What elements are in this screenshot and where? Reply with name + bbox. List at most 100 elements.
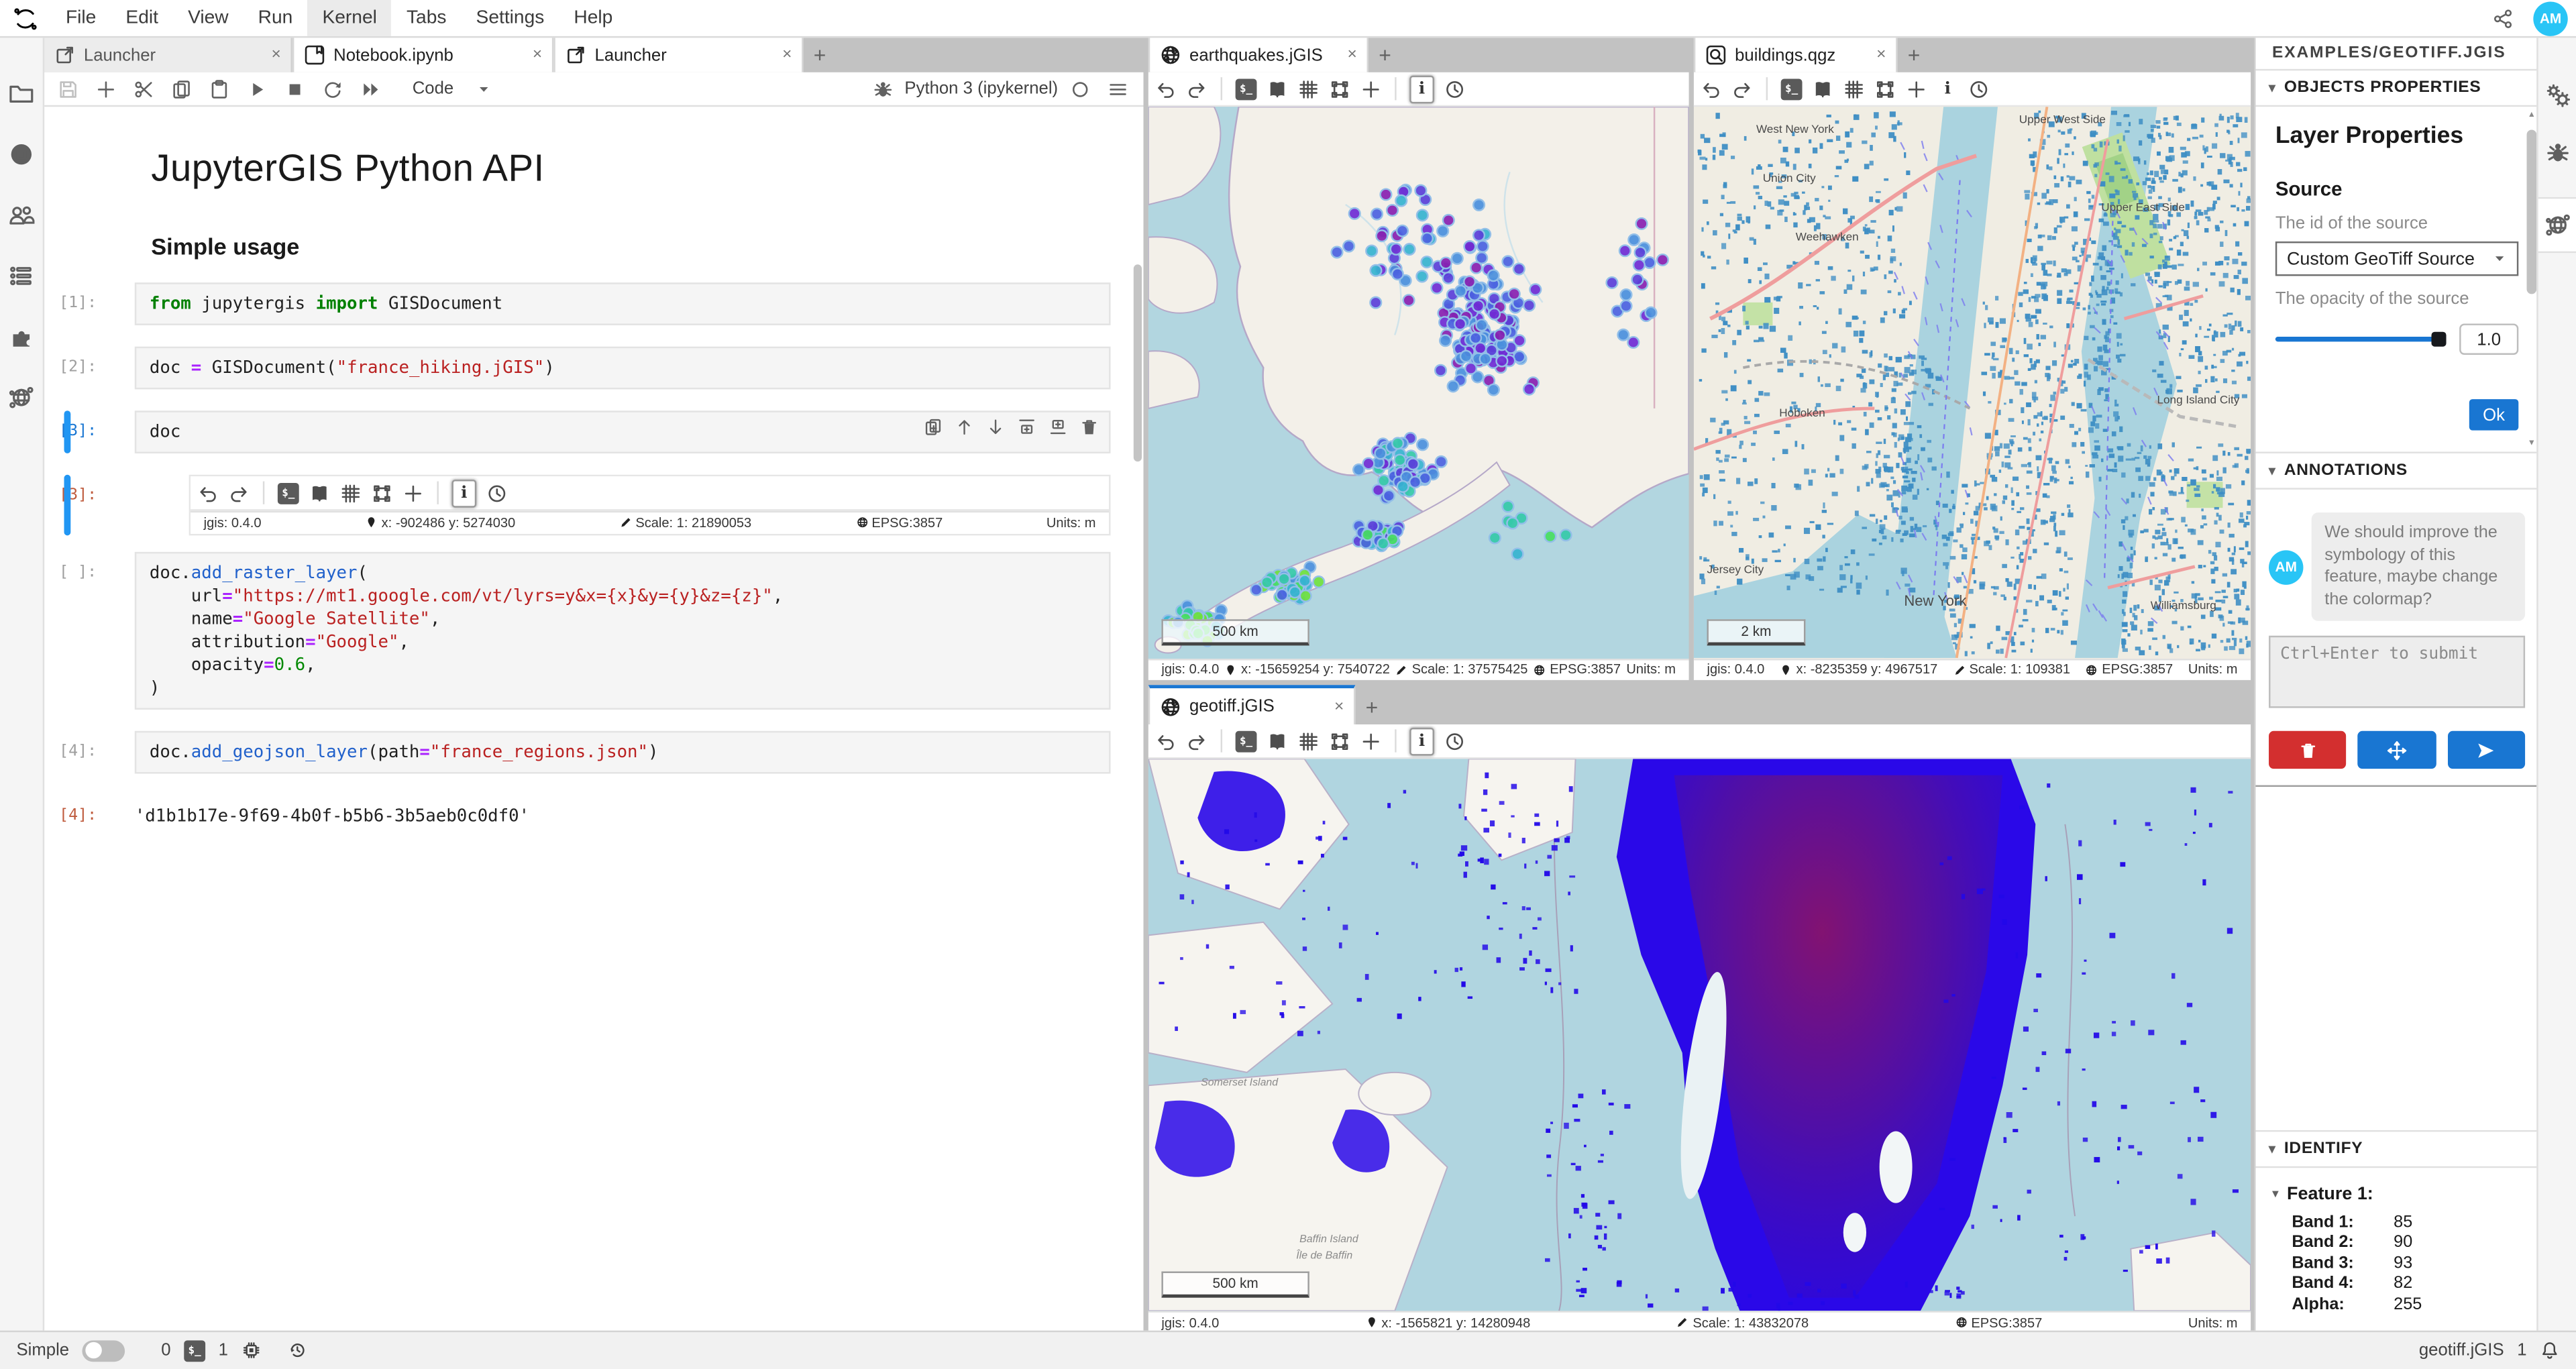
undo-icon[interactable]	[197, 482, 219, 504]
code-input[interactable]: doc = GISDocument("france_hiking.jGIS")	[135, 347, 1111, 390]
earthquakes-map[interactable]: 500 km	[1148, 107, 1689, 658]
gis-icon[interactable]	[8, 384, 34, 410]
redo-icon[interactable]	[1731, 78, 1753, 99]
atlas-icon[interactable]	[1812, 78, 1833, 99]
run-icon[interactable]	[241, 76, 273, 101]
insert-cell-above-icon[interactable]	[1017, 417, 1036, 437]
notifications-count[interactable]: 1	[2517, 1341, 2526, 1360]
grid-icon[interactable]	[1298, 730, 1320, 752]
menu-item-settings[interactable]: Settings	[462, 0, 559, 36]
opacity-slider-handle[interactable]	[2431, 331, 2446, 345]
grid-icon[interactable]	[1843, 78, 1865, 99]
gis-panel-tab[interactable]	[2538, 197, 2576, 253]
sidebar-scrollbar[interactable]: ▲ ▼	[2527, 110, 2537, 448]
grid-icon[interactable]	[340, 482, 362, 504]
identify-icon[interactable]: i	[1409, 727, 1434, 755]
debugger-icon[interactable]	[2544, 140, 2570, 166]
table-of-contents-icon[interactable]	[8, 263, 34, 289]
restart-kernel-icon[interactable]	[317, 76, 349, 101]
terminals-count[interactable]: 0	[161, 1341, 170, 1360]
add-layer-icon[interactable]	[402, 482, 424, 504]
add-layer-icon[interactable]	[1906, 78, 1927, 99]
opacity-slider[interactable]	[2275, 337, 2447, 341]
extent-icon[interactable]	[1874, 78, 1896, 99]
insert-cell-below-icon[interactable]	[1048, 417, 1067, 437]
atlas-icon[interactable]	[309, 482, 330, 504]
identify-icon[interactable]: i	[1409, 74, 1434, 103]
extent-icon[interactable]	[1329, 730, 1350, 752]
kernels-count[interactable]: 1	[219, 1341, 228, 1360]
close-icon[interactable]: ×	[271, 46, 280, 64]
current-file-label[interactable]: geotiff.jGIS	[2419, 1341, 2504, 1360]
close-icon[interactable]: ×	[782, 46, 792, 64]
cell-type-select[interactable]: Code	[406, 77, 498, 100]
undo-icon[interactable]	[1701, 78, 1722, 99]
objects-properties-header[interactable]: ▾ OBJECTS PROPERTIES	[2255, 70, 2538, 107]
paste-cell-icon[interactable]	[204, 76, 235, 101]
run-all-icon[interactable]	[355, 76, 386, 101]
file-browser-icon[interactable]	[8, 80, 34, 107]
code-input[interactable]: doc.add_raster_layer( url="https://mt1.g…	[135, 551, 1111, 709]
new-tab-button[interactable]: +	[1368, 38, 1401, 72]
identify-feature-heading[interactable]: ▾ Feature 1:	[2272, 1183, 2525, 1203]
notebook-scrollbar[interactable]	[1134, 264, 1142, 461]
extent-icon[interactable]	[371, 482, 392, 504]
terminal-icon[interactable]: $_	[184, 1340, 205, 1362]
debugger-icon[interactable]	[867, 76, 898, 101]
buildings-map[interactable]: West New York Union City Weehawken Hobok…	[1694, 107, 2251, 658]
move-cell-down-icon[interactable]	[985, 417, 1005, 437]
cut-cell-icon[interactable]	[128, 76, 160, 101]
bell-icon[interactable]	[2540, 1341, 2559, 1360]
tab-launcher-1[interactable]: Launcher ×	[43, 36, 292, 72]
identify-icon[interactable]: i	[451, 479, 476, 507]
running-kernels-icon[interactable]	[8, 142, 34, 168]
ok-button[interactable]: Ok	[2469, 399, 2518, 431]
code-input[interactable]: doc	[135, 410, 1111, 453]
undo-icon[interactable]	[1155, 730, 1177, 752]
time-slider-icon[interactable]	[1444, 730, 1466, 752]
annotations-header[interactable]: ▾ ANNOTATIONS	[2255, 453, 2538, 490]
code-input[interactable]: doc.add_geojson_layer(path="france_regio…	[135, 730, 1111, 773]
close-icon[interactable]: ×	[1876, 46, 1886, 64]
console-icon[interactable]: $_	[1236, 78, 1257, 99]
delete-annotation-button[interactable]	[2269, 732, 2347, 769]
code-cell[interactable]: [1]: from jupytergis import GISDocument	[43, 282, 1144, 325]
close-icon[interactable]: ×	[533, 46, 542, 64]
add-layer-icon[interactable]	[1360, 730, 1382, 752]
menu-item-edit[interactable]: Edit	[111, 0, 173, 36]
center-on-annotation-button[interactable]	[2358, 732, 2436, 769]
annotation-input[interactable]	[2269, 637, 2525, 709]
grid-icon[interactable]	[1298, 78, 1320, 99]
menu-item-file[interactable]: File	[51, 0, 111, 36]
time-slider-icon[interactable]	[1444, 78, 1466, 99]
simple-mode-toggle[interactable]	[83, 1340, 125, 1362]
new-tab-button[interactable]: +	[804, 38, 837, 72]
property-inspector-icon[interactable]	[2544, 82, 2570, 108]
tab-buildings[interactable]: buildings.qgz ×	[1694, 36, 1898, 72]
close-icon[interactable]: ×	[1334, 698, 1344, 716]
time-slider-icon[interactable]	[486, 482, 508, 504]
notebook-content[interactable]: JupyterGIS Python API Simple usage [1]: …	[43, 107, 1144, 1333]
kernel-name[interactable]: Python 3 (ipykernel)	[904, 79, 1058, 99]
code-cell-selected[interactable]: [3]: doc	[43, 410, 1144, 453]
close-icon[interactable]: ×	[1348, 46, 1357, 64]
redo-icon[interactable]	[1186, 78, 1208, 99]
scroll-down-icon[interactable]: ▼	[2527, 439, 2537, 449]
code-cell[interactable]: [2]: doc = GISDocument("france_hiking.jG…	[43, 347, 1144, 390]
move-cell-up-icon[interactable]	[955, 417, 974, 437]
tab-launcher-2[interactable]: Launcher ×	[553, 36, 803, 72]
time-slider-icon[interactable]	[1968, 78, 1990, 99]
history-icon[interactable]	[287, 1341, 307, 1360]
source-select[interactable]: Custom GeoTiff Source	[2275, 241, 2518, 276]
new-tab-button[interactable]: +	[1355, 690, 1388, 724]
toolbar-menu-icon[interactable]	[1102, 76, 1134, 101]
menu-item-help[interactable]: Help	[559, 0, 627, 36]
opacity-value-input[interactable]: 1.0	[2459, 323, 2518, 355]
stop-icon[interactable]	[279, 76, 311, 101]
geotiff-map[interactable]: Somerset Island Baffin Island Île de Baf…	[1148, 759, 2251, 1311]
code-input[interactable]: from jupytergis import GISDocument	[135, 282, 1111, 325]
identify-section-header[interactable]: ▾ IDENTIFY	[2255, 1130, 2538, 1167]
add-cell-icon[interactable]	[91, 76, 122, 101]
code-cell[interactable]: [4]: doc.add_geojson_layer(path="france_…	[43, 730, 1144, 773]
extensions-icon[interactable]	[8, 323, 34, 349]
